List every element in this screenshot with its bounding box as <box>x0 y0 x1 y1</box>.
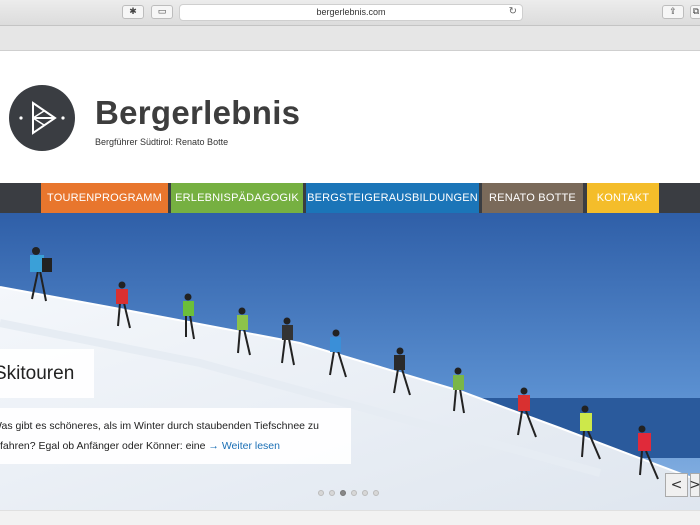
nav-item-renato-botte[interactable]: RENATO BOTTE <box>482 183 583 213</box>
nav-item-bergsteigerausbildungen[interactable]: BERGSTEIGERAUSBILDUNGEN <box>306 183 479 213</box>
browser-toolbar: ✱ ▭ bergerlebnis.com ↻ ⇪ ⧉ <box>0 0 700 26</box>
logo[interactable] <box>9 85 75 151</box>
tab-strip <box>0 26 700 51</box>
slide-text-line-1: Was gibt es schöneres, als im Winter dur… <box>0 420 320 432</box>
slide-title: Skitouren <box>0 362 75 384</box>
share-icon[interactable]: ⇪ <box>662 5 684 19</box>
climbers-group <box>30 247 659 480</box>
nav-item-kontakt[interactable]: KONTAKT <box>587 183 659 213</box>
slide-dot[interactable] <box>318 490 324 496</box>
slide-text-line-2: fahren? Egal ob Anfänger oder Könner: ei… <box>0 440 209 452</box>
sidebar-icon[interactable]: ▭ <box>151 5 173 19</box>
slide-dot[interactable] <box>351 490 357 496</box>
slide-dot-active[interactable] <box>340 490 346 496</box>
site-title[interactable]: Bergerlebnis <box>95 94 300 132</box>
read-more-link[interactable]: → Weiter lesen <box>208 440 280 452</box>
slide-dot[interactable] <box>362 490 368 496</box>
slide-dot[interactable] <box>329 490 335 496</box>
slide-dot[interactable] <box>373 490 379 496</box>
address-bar[interactable]: bergerlebnis.com ↻ <box>179 4 523 21</box>
slider-next-button[interactable]: > <box>689 473 700 497</box>
climber <box>30 247 52 302</box>
slider-pagination <box>318 490 379 498</box>
logo-icon <box>19 101 65 135</box>
slide-caption: Was gibt es schöneres, als im Winter dur… <box>0 408 351 464</box>
hero-slider[interactable] <box>0 213 700 510</box>
content-area <box>0 510 700 525</box>
site-subtitle: Bergführer Südtirol: Renato Botte <box>95 137 229 147</box>
extension-icon[interactable]: ✱ <box>122 5 144 19</box>
nav-item-erlebnispaedagogik[interactable]: ERLEBNISPÄDAGOGIK <box>171 183 303 213</box>
slider-prev-button[interactable]: < <box>665 473 688 497</box>
slide-caption-title: Skitouren <box>0 349 94 398</box>
url-text: bergerlebnis.com <box>316 7 386 17</box>
tabs-icon[interactable]: ⧉ <box>690 5 700 19</box>
nav-item-tourenprogramm[interactable]: TOURENPROGRAMM <box>41 183 168 213</box>
reload-icon[interactable]: ↻ <box>509 6 517 17</box>
